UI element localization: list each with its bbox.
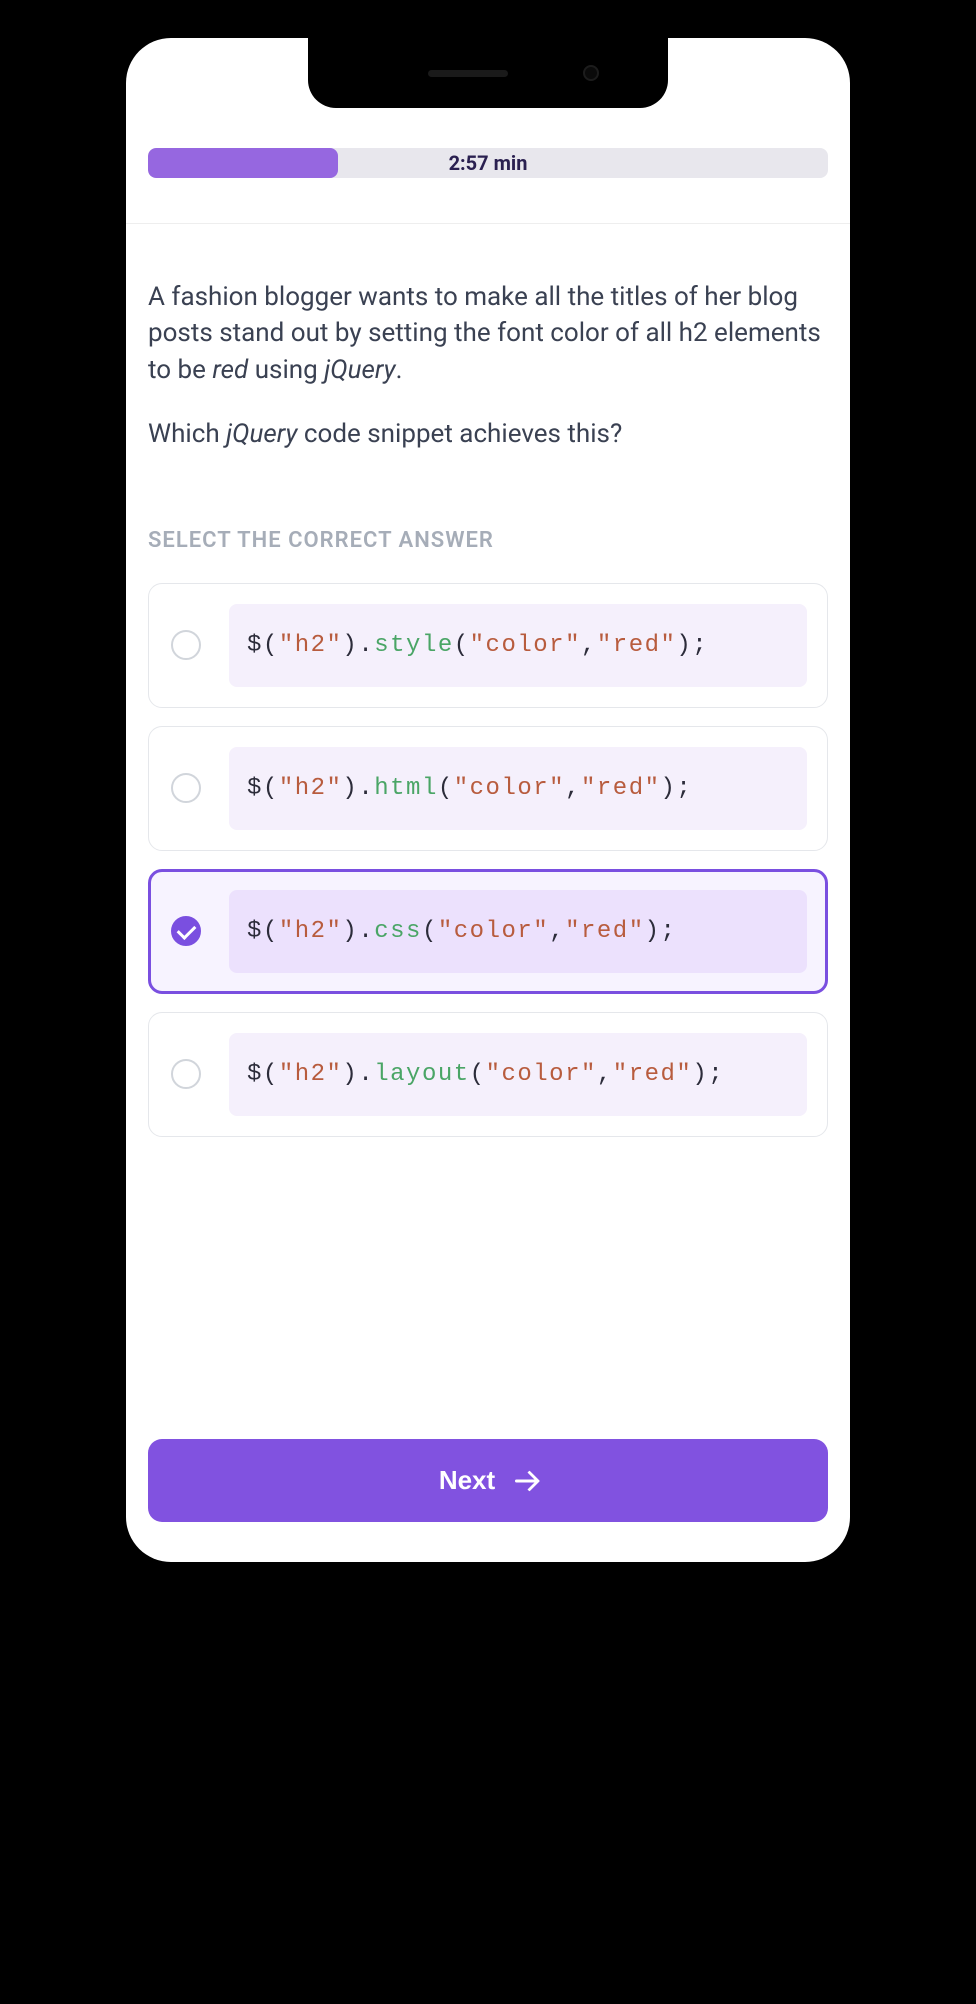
code-token: ).	[342, 632, 374, 659]
code-function: layout	[374, 1061, 469, 1088]
code-token: ,	[597, 1061, 613, 1088]
code-function: html	[374, 775, 438, 802]
phone-frame: 2:57 min A fashion blogger wants to make…	[108, 20, 868, 1580]
code-string: "h2"	[279, 1061, 343, 1088]
code-token: $(	[247, 1061, 279, 1088]
code-token: (	[422, 918, 438, 945]
arrow-right-icon	[511, 1471, 537, 1491]
answer-option-1[interactable]: $("h2").style("color","red");	[148, 583, 828, 708]
next-button[interactable]: Next	[148, 1439, 828, 1522]
phone-notch	[308, 38, 668, 108]
code-string: "red"	[565, 918, 645, 945]
radio-icon	[171, 630, 201, 660]
code-snippet: $("h2").layout("color","red");	[229, 1033, 807, 1116]
code-token: ,	[581, 632, 597, 659]
code-token: (	[438, 775, 454, 802]
code-token: ).	[342, 775, 374, 802]
code-token: (	[470, 1061, 486, 1088]
code-snippet: $("h2").style("color","red");	[229, 604, 807, 687]
answer-option-4[interactable]: $("h2").layout("color","red");	[148, 1012, 828, 1137]
question-segment: .	[396, 355, 403, 385]
code-token: $(	[247, 775, 279, 802]
question-emphasis: red	[212, 355, 248, 385]
code-string: "red"	[581, 775, 661, 802]
code-string: "h2"	[279, 632, 343, 659]
question-segment: using	[248, 355, 324, 385]
answers-list: $("h2").style("color","red"); $("h2").ht…	[148, 583, 828, 1137]
section-divider	[126, 223, 850, 224]
code-string: "color"	[438, 918, 549, 945]
quiz-content: 2:57 min A fashion blogger wants to make…	[126, 38, 850, 1562]
code-snippet: $("h2").css("color","red");	[229, 890, 807, 973]
code-string: "color"	[470, 632, 581, 659]
radio-icon	[171, 1059, 201, 1089]
radio-checked-icon	[171, 916, 201, 946]
code-string: "h2"	[279, 775, 343, 802]
question-segment: code snippet achieves this?	[297, 419, 622, 449]
select-answer-label: SELECT THE CORRECT ANSWER	[148, 528, 828, 553]
answer-option-3[interactable]: $("h2").css("color","red");	[148, 869, 828, 994]
answer-option-2[interactable]: $("h2").html("color","red");	[148, 726, 828, 851]
question-segment: Which	[148, 419, 226, 449]
code-token: (	[454, 632, 470, 659]
code-string: "red"	[613, 1061, 693, 1088]
code-token: ,	[565, 775, 581, 802]
code-function: style	[374, 632, 454, 659]
question-emphasis: jQuery	[226, 419, 297, 449]
question-text-line2: Which jQuery code snippet achieves this?	[148, 416, 828, 452]
code-string: "color"	[454, 775, 565, 802]
question-text-line1: A fashion blogger wants to make all the …	[148, 279, 828, 388]
phone-screen: 2:57 min A fashion blogger wants to make…	[126, 38, 850, 1562]
code-token: ).	[342, 1061, 374, 1088]
progress-bar: 2:57 min	[148, 148, 828, 178]
code-token: $(	[247, 632, 279, 659]
code-string: "color"	[486, 1061, 597, 1088]
code-snippet: $("h2").html("color","red");	[229, 747, 807, 830]
code-token: ,	[549, 918, 565, 945]
speaker-icon	[428, 70, 508, 77]
code-string: "red"	[597, 632, 677, 659]
timer-text: 2:57 min	[148, 148, 828, 178]
code-token: $(	[247, 918, 279, 945]
radio-icon	[171, 773, 201, 803]
next-button-label: Next	[439, 1465, 495, 1496]
code-token: );	[645, 918, 677, 945]
code-token: );	[676, 632, 708, 659]
code-token: ).	[342, 918, 374, 945]
camera-icon	[583, 65, 599, 81]
code-token: );	[661, 775, 693, 802]
question-emphasis: jQuery	[324, 355, 395, 385]
code-string: "h2"	[279, 918, 343, 945]
code-function: css	[374, 918, 422, 945]
code-token: );	[692, 1061, 724, 1088]
